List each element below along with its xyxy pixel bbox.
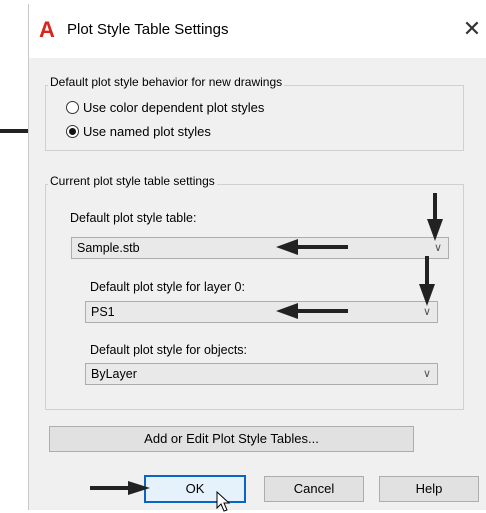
radio-named-circle[interactable] [66,125,79,138]
objects-value: ByLayer [91,367,137,381]
dialog-title: Plot Style Table Settings [67,21,229,38]
layer0-value: PS1 [91,305,115,319]
add-edit-plot-style-tables-button[interactable]: Add or Edit Plot Style Tables... [49,426,414,452]
chevron-down-icon: ∨ [422,368,431,380]
objects-label: Default plot style for objects: [90,343,248,357]
layer0-label: Default plot style for layer 0: [90,280,245,294]
annotation-arrow-right-ok [90,481,150,495]
layer0-select[interactable]: PS1 ∨ [85,301,438,323]
annotation-arrow-down-ps1 [419,256,435,306]
radio-color-dependent[interactable]: Use color dependent plot styles [66,100,264,115]
chevron-down-icon: ∨ [433,242,442,254]
default-table-label: Default plot style table: [70,211,197,225]
behavior-group-legend: Default plot style behavior for new draw… [48,75,285,89]
behavior-group-box [45,85,464,151]
close-button[interactable]: ✕ [459,16,485,42]
annotation-arrow-left-sample-stb [276,239,348,255]
annotation-arrow-down-sample-stb [427,193,443,241]
radio-named[interactable]: Use named plot styles [66,124,211,139]
radio-color-dependent-circle[interactable] [66,101,79,114]
default-table-select[interactable]: Sample.stb ∨ [71,237,449,259]
title-bar: A Plot Style Table Settings ✕ [29,4,486,58]
annotation-arrow-left-ps1 [276,303,348,319]
plot-style-table-settings-dialog: A Plot Style Table Settings ✕ Default pl… [28,4,486,512]
radio-color-dependent-label: Use color dependent plot styles [83,100,265,115]
autocad-logo-icon: A [39,17,55,42]
current-settings-group-legend: Current plot style table settings [48,174,217,188]
help-button[interactable]: Help [379,476,479,502]
default-table-value: Sample.stb [77,241,140,255]
cancel-button[interactable]: Cancel [264,476,364,502]
radio-named-label: Use named plot styles [83,124,211,139]
objects-select[interactable]: ByLayer ∨ [85,363,438,385]
